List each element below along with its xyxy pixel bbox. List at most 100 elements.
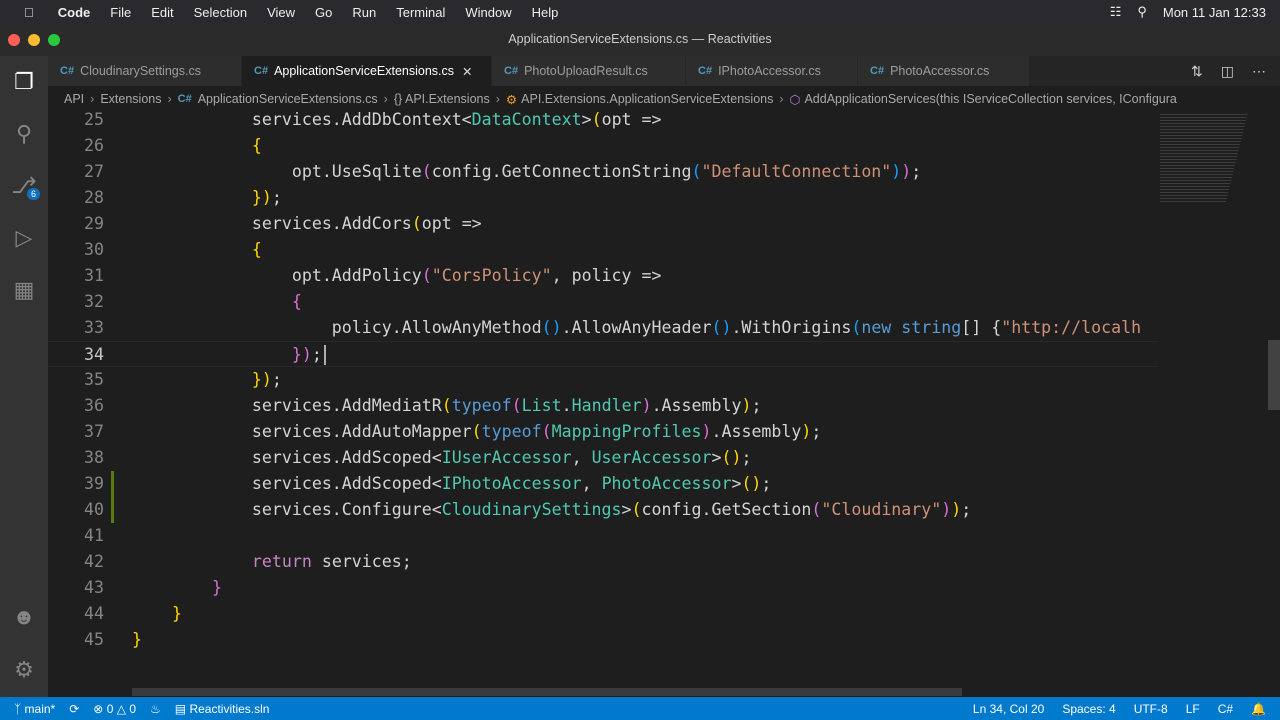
sync-icon[interactable]: ⟳ [69,702,79,716]
code-line[interactable]: 27 opt.UseSqlite(config.GetConnectionStr… [48,159,1158,185]
menu-file[interactable]: File [110,5,131,20]
menu-window[interactable]: Window [465,5,511,20]
menu-run[interactable]: Run [352,5,376,20]
solution-indicator[interactable]: ▤ Reactivities.sln [175,702,270,716]
git-change-marker[interactable] [111,497,114,523]
breadcrumb-item[interactable]: API [64,92,84,106]
minimize-window-button[interactable] [28,34,40,46]
activity-bar: ❐ ⚲ ⎇ 6 ▷ ▦ ☻ ⚙ [0,56,48,697]
code-line[interactable]: 35 }); [48,367,1158,393]
extensions-icon[interactable]: ▦ [0,264,48,316]
account-icon[interactable]: ☻ [0,591,48,643]
breadcrumb-item[interactable]: AddApplicationServices(this IServiceColl… [804,92,1176,106]
breadcrumb-item[interactable]: API.Extensions.ApplicationServiceExtensi… [521,92,773,106]
code-token: services.AddScoped< [132,474,442,493]
code-line[interactable]: 45} [48,627,1158,653]
source-control-badge: 6 [26,188,40,200]
code-line[interactable]: 43 } [48,575,1158,601]
solution-name: Reactivities.sln [189,701,270,716]
breadcrumb-item[interactable]: Extensions [100,92,161,106]
wifi-icon[interactable]: ☷ [1110,4,1122,20]
tab-photo-upload-result[interactable]: C# PhotoUploadResult.cs [492,56,686,86]
git-change-marker[interactable] [111,471,114,497]
end-of-line[interactable]: LF [1186,702,1200,716]
code-token: () [711,318,732,337]
language-mode[interactable]: C# [1218,702,1233,716]
breadcrumb-item[interactable]: ApplicationServiceExtensions.cs [198,92,378,106]
code-token: } [211,578,222,597]
code-token: } [171,604,182,623]
code-token: > [621,500,632,519]
code-line[interactable]: 26 { [48,133,1158,159]
branch-indicator[interactable]: ᛉ main* [14,702,55,716]
encoding[interactable]: UTF-8 [1134,702,1168,716]
tab-iphoto-accessor[interactable]: C# IPhotoAccessor.cs [686,56,858,86]
code-line[interactable]: 39 services.AddScoped<IPhotoAccessor, Ph… [48,471,1158,497]
code-token: List [521,396,562,415]
notifications-icon[interactable]: 🔔 [1251,702,1266,716]
code-text: } [132,575,222,601]
tab-photo-accessor[interactable]: C# PhotoAccessor.cs [858,56,1030,86]
csharp-file-icon: C# [177,93,192,105]
code-line[interactable]: 38 services.AddScoped<IUserAccessor, Use… [48,445,1158,471]
menu-selection[interactable]: Selection [194,5,247,20]
gear-icon[interactable]: ⚙ [0,644,48,696]
explorer-icon[interactable]: ❐ [0,56,48,108]
code-line[interactable]: 32 { [48,289,1158,315]
code-line[interactable]: 28 }); [48,185,1158,211]
menu-go[interactable]: Go [315,5,332,20]
indentation[interactable]: Spaces: 4 [1062,702,1115,716]
menu-app[interactable]: Code [58,5,91,20]
code-text: services.AddScoped<IPhotoAccessor, Photo… [132,471,772,497]
menu-view[interactable]: View [267,5,295,20]
code-line[interactable]: 44 } [48,601,1158,627]
code-token: .WithOrigins [731,318,852,337]
code-line[interactable]: 40 services.Configure<CloudinarySettings… [48,497,1158,523]
clock[interactable]: Mon 11 Jan 12:33 [1163,5,1266,20]
search-icon[interactable]: ⚲ [1137,4,1147,20]
code-line[interactable]: 33 policy.AllowAnyMethod().AllowAnyHeade… [48,315,1158,341]
code-token: ) [741,396,752,415]
code-line[interactable]: 25 services.AddDbContext<DataContext>(op… [48,107,1158,133]
split-editor-icon[interactable]: ◫ [1221,63,1234,80]
code-line[interactable]: 42 return services; [48,549,1158,575]
run-debug-icon[interactable]: ▷ [0,212,48,264]
code-line[interactable]: 30 { [48,237,1158,263]
code-line[interactable]: 31 opt.AddPolicy("CorsPolicy", policy => [48,263,1158,289]
apple-icon[interactable]:  [24,5,34,20]
code-line[interactable]: 37 services.AddAutoMapper(typeof(Mapping… [48,419,1158,445]
close-tab-icon[interactable]: ✕ [462,64,472,79]
menu-help[interactable]: Help [532,5,559,20]
code-token: ( [631,500,642,519]
problems-indicator[interactable]: ⊗ 0 △ 0 [93,702,136,716]
code-line[interactable]: 34 }); [48,341,1158,367]
code-token: ( [541,422,552,441]
flame-icon[interactable]: ♨ [150,702,161,716]
horizontal-scrollbar[interactable] [132,688,962,696]
code-line[interactable]: 41 [48,523,1158,549]
menu-terminal[interactable]: Terminal [396,5,445,20]
source-control-icon[interactable]: ⎇ 6 [0,160,48,212]
maximize-window-button[interactable] [48,34,60,46]
csharp-file-icon: C# [60,65,75,77]
close-window-button[interactable] [8,34,20,46]
more-actions-icon[interactable]: ⋯ [1252,63,1266,80]
open-changes-icon[interactable]: ⇅ [1191,63,1203,80]
code-token: opt => [601,110,672,129]
tab-application-service-extensions[interactable]: C# ApplicationServiceExtensions.cs ✕ [242,56,492,86]
code-line[interactable]: 36 services.AddMediatR(typeof(List.Handl… [48,393,1158,419]
vertical-scrollbar[interactable] [1268,340,1280,410]
breadcrumb-item[interactable]: {} API.Extensions [394,92,490,106]
cursor-position[interactable]: Ln 34, Col 20 [973,702,1044,716]
code-token: ( [411,214,422,233]
code-token: ) [941,500,952,519]
code-line[interactable]: 29 services.AddCors(opt => [48,211,1158,237]
code-token: "DefaultConnection" [701,162,892,181]
code-editor[interactable]: 25 services.AddDbContext<DataContext>(op… [48,107,1280,687]
tab-cloudinary-settings[interactable]: C# CloudinarySettings.cs [48,56,242,86]
menu-edit[interactable]: Edit [151,5,173,20]
code-token: ( [441,396,452,415]
search-icon[interactable]: ⚲ [0,108,48,160]
code-token: { [251,136,262,155]
